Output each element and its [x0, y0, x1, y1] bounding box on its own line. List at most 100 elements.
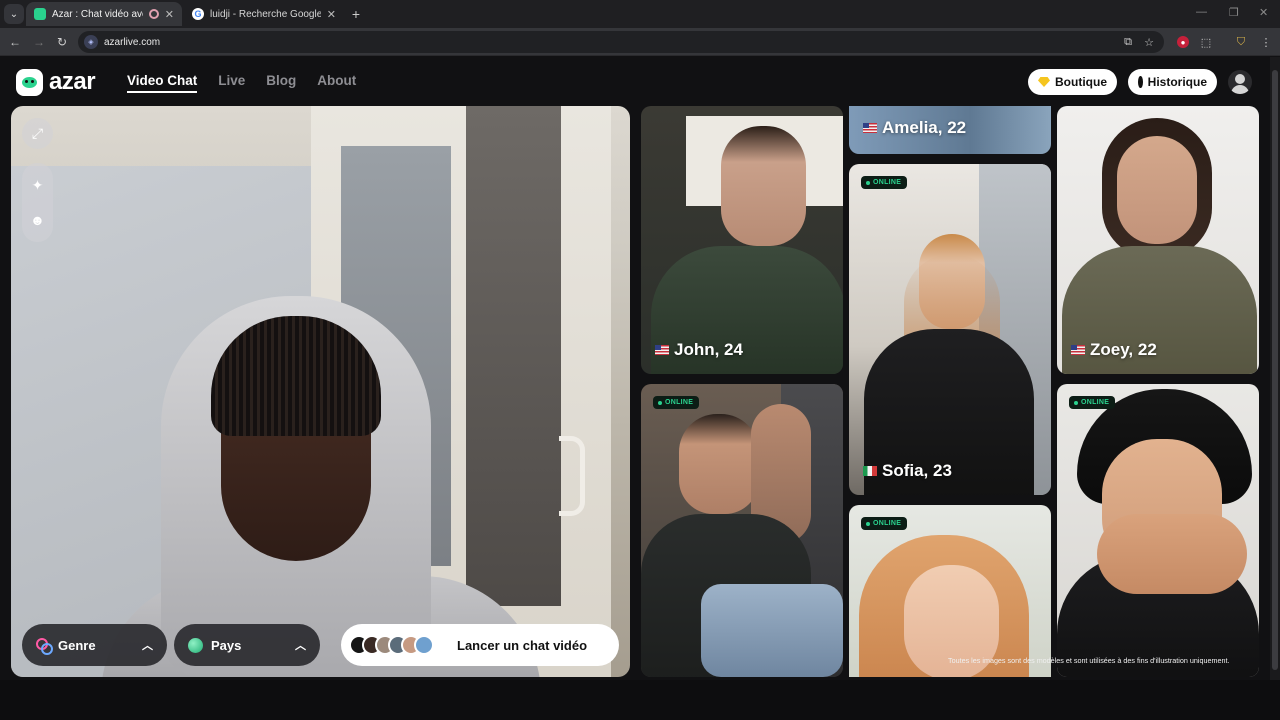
- google-favicon-icon: [192, 8, 204, 20]
- fullscreen-button[interactable]: ⤢: [22, 118, 53, 149]
- profile-card-amelia[interactable]: Amelia, 22: [849, 106, 1051, 154]
- card-name-text: Amelia, 22: [882, 118, 967, 137]
- browser-toolbar: ← → ↻ ◈ azarlive.com ⧉ ☆ ● ⬚ ⛉ ⋮: [0, 28, 1280, 56]
- profile-card-online-1[interactable]: ONLINE: [641, 384, 843, 677]
- gender-label: Genre: [58, 637, 96, 653]
- us-flag-icon: [655, 345, 669, 355]
- minimize-icon[interactable]: —: [1196, 6, 1207, 18]
- recording-icon: [148, 9, 159, 19]
- online-badge: ONLINE: [1069, 396, 1116, 409]
- camera-window-glass: [466, 106, 561, 606]
- plus-icon: +: [351, 6, 361, 22]
- online-dot-icon: [866, 180, 870, 185]
- arrow-right-icon[interactable]: →: [30, 33, 48, 51]
- card-name-text: Sofia, 23: [882, 461, 952, 480]
- azar-logo-icon: [16, 68, 43, 96]
- profile-card-online-3[interactable]: ONLINE: [1057, 384, 1259, 677]
- online-badge: ONLINE: [861, 176, 908, 189]
- address-bar[interactable]: ◈ azarlive.com: [78, 31, 1164, 53]
- online-badge: ONLINE: [653, 396, 700, 409]
- clock-icon: [1138, 76, 1145, 88]
- tab-title: Azar : Chat vidéo avec de n: [52, 8, 143, 20]
- card-person-head: [721, 126, 806, 246]
- close-window-icon[interactable]: ✕: [1259, 6, 1268, 19]
- nav-video-chat[interactable]: Video Chat: [127, 73, 198, 93]
- card-name: Sofia, 23: [863, 461, 952, 481]
- close-icon[interactable]: ✕: [165, 8, 174, 21]
- install-app-icon[interactable]: ⧉: [1120, 34, 1136, 50]
- us-flag-icon: [863, 123, 877, 133]
- online-dot-icon: [1074, 400, 1078, 405]
- profile-card-john[interactable]: John, 24: [641, 106, 843, 374]
- extension-icon[interactable]: ●: [1177, 36, 1189, 48]
- online-dot-icon: [866, 521, 870, 526]
- shop-button[interactable]: Boutique: [1028, 69, 1117, 95]
- azar-favicon-icon: [34, 8, 46, 20]
- self-camera-preview: [11, 106, 630, 677]
- page-bottom: [0, 680, 1280, 720]
- new-tab-button[interactable]: +: [346, 4, 366, 24]
- reload-icon[interactable]: ↻: [53, 33, 71, 51]
- italy-flag-icon: [863, 466, 877, 476]
- card-name: Amelia, 22: [863, 118, 966, 138]
- online-label: ONLINE: [873, 179, 902, 186]
- history-label: Historique: [1147, 75, 1207, 89]
- nav-about[interactable]: About: [317, 73, 356, 93]
- user-avatar[interactable]: [1228, 70, 1252, 94]
- tab-search-button[interactable]: ⌄: [4, 4, 24, 24]
- browser-tab-google[interactable]: luidji - Recherche Google ✕: [184, 2, 344, 26]
- expand-icon: ⤢: [31, 125, 44, 141]
- browser-tab-azar[interactable]: Azar : Chat vidéo avec de n ✕: [26, 2, 182, 26]
- chevron-up-icon: ︿: [142, 640, 153, 652]
- gender-filter-button[interactable]: Genre ︿: [22, 624, 167, 666]
- bookmark-star-icon[interactable]: ☆: [1141, 34, 1157, 50]
- globe-icon: [188, 637, 203, 653]
- chevron-up-icon: ︿: [295, 640, 306, 652]
- online-badge: ONLINE: [861, 517, 908, 530]
- azar-logo[interactable]: azar: [16, 68, 96, 96]
- gender-icon: [36, 638, 53, 655]
- card-person-hands: [1097, 514, 1247, 594]
- logo-text: azar: [49, 68, 96, 95]
- profile-card-sofia[interactable]: ONLINE Sofia, 23: [849, 164, 1051, 495]
- arrow-left-icon[interactable]: ←: [6, 33, 24, 51]
- history-button[interactable]: Historique: [1128, 69, 1217, 95]
- country-filter-button[interactable]: Pays ︿: [174, 624, 320, 666]
- restore-icon[interactable]: ❐: [1229, 6, 1239, 19]
- profile-card-online-2[interactable]: ONLINE: [849, 505, 1051, 677]
- site-header: azar Video Chat Live Blog About Boutique…: [0, 57, 1280, 105]
- close-icon[interactable]: ✕: [327, 8, 336, 21]
- nav-live[interactable]: Live: [218, 73, 245, 93]
- card-person-jeans: [701, 584, 843, 677]
- nav-blog[interactable]: Blog: [266, 73, 296, 93]
- card-name-text: John, 24: [674, 340, 743, 359]
- browser-tab-bar: ⌄ Azar : Chat vidéo avec de n ✕ luidji -…: [0, 0, 1280, 28]
- page-scrollbar-thumb[interactable]: [1272, 70, 1278, 670]
- online-label: ONLINE: [873, 520, 902, 527]
- start-video-chat-label: Lancer un chat vidéo: [457, 637, 588, 653]
- card-name: John, 24: [655, 340, 743, 360]
- extensions-puzzle-icon[interactable]: ⬚: [1198, 34, 1214, 50]
- user-avatars-stack: [349, 635, 437, 655]
- profile-shield-icon[interactable]: ⛉: [1233, 34, 1249, 50]
- card-person-head: [679, 414, 759, 514]
- card-name: Zoey, 22: [1071, 340, 1157, 360]
- online-dot-icon: [658, 400, 662, 405]
- sticker-face-icon[interactable]: ☻: [22, 204, 53, 235]
- start-video-chat-button[interactable]: Lancer un chat vidéo: [341, 624, 619, 666]
- main-nav: Video Chat Live Blog About: [127, 73, 356, 93]
- chevron-down-icon: ⌄: [9, 8, 19, 20]
- sparkle-icon[interactable]: ✦: [22, 170, 53, 201]
- more-menu-icon[interactable]: ⋮: [1258, 34, 1274, 50]
- images-disclaimer: Toutes les images sont des modèles et so…: [948, 656, 1230, 665]
- url-text: azarlive.com: [104, 36, 161, 48]
- country-label: Pays: [211, 637, 242, 653]
- shop-label: Boutique: [1055, 75, 1107, 89]
- effects-toolbar: ✦ ☻: [22, 163, 53, 242]
- tab-title: luidji - Recherche Google: [210, 8, 321, 20]
- profile-card-zoey[interactable]: Zoey, 22: [1057, 106, 1259, 374]
- gem-icon: [1038, 77, 1050, 87]
- avatar-thumb: [414, 635, 434, 655]
- site-info-icon[interactable]: ◈: [84, 35, 98, 49]
- online-label: ONLINE: [665, 399, 694, 406]
